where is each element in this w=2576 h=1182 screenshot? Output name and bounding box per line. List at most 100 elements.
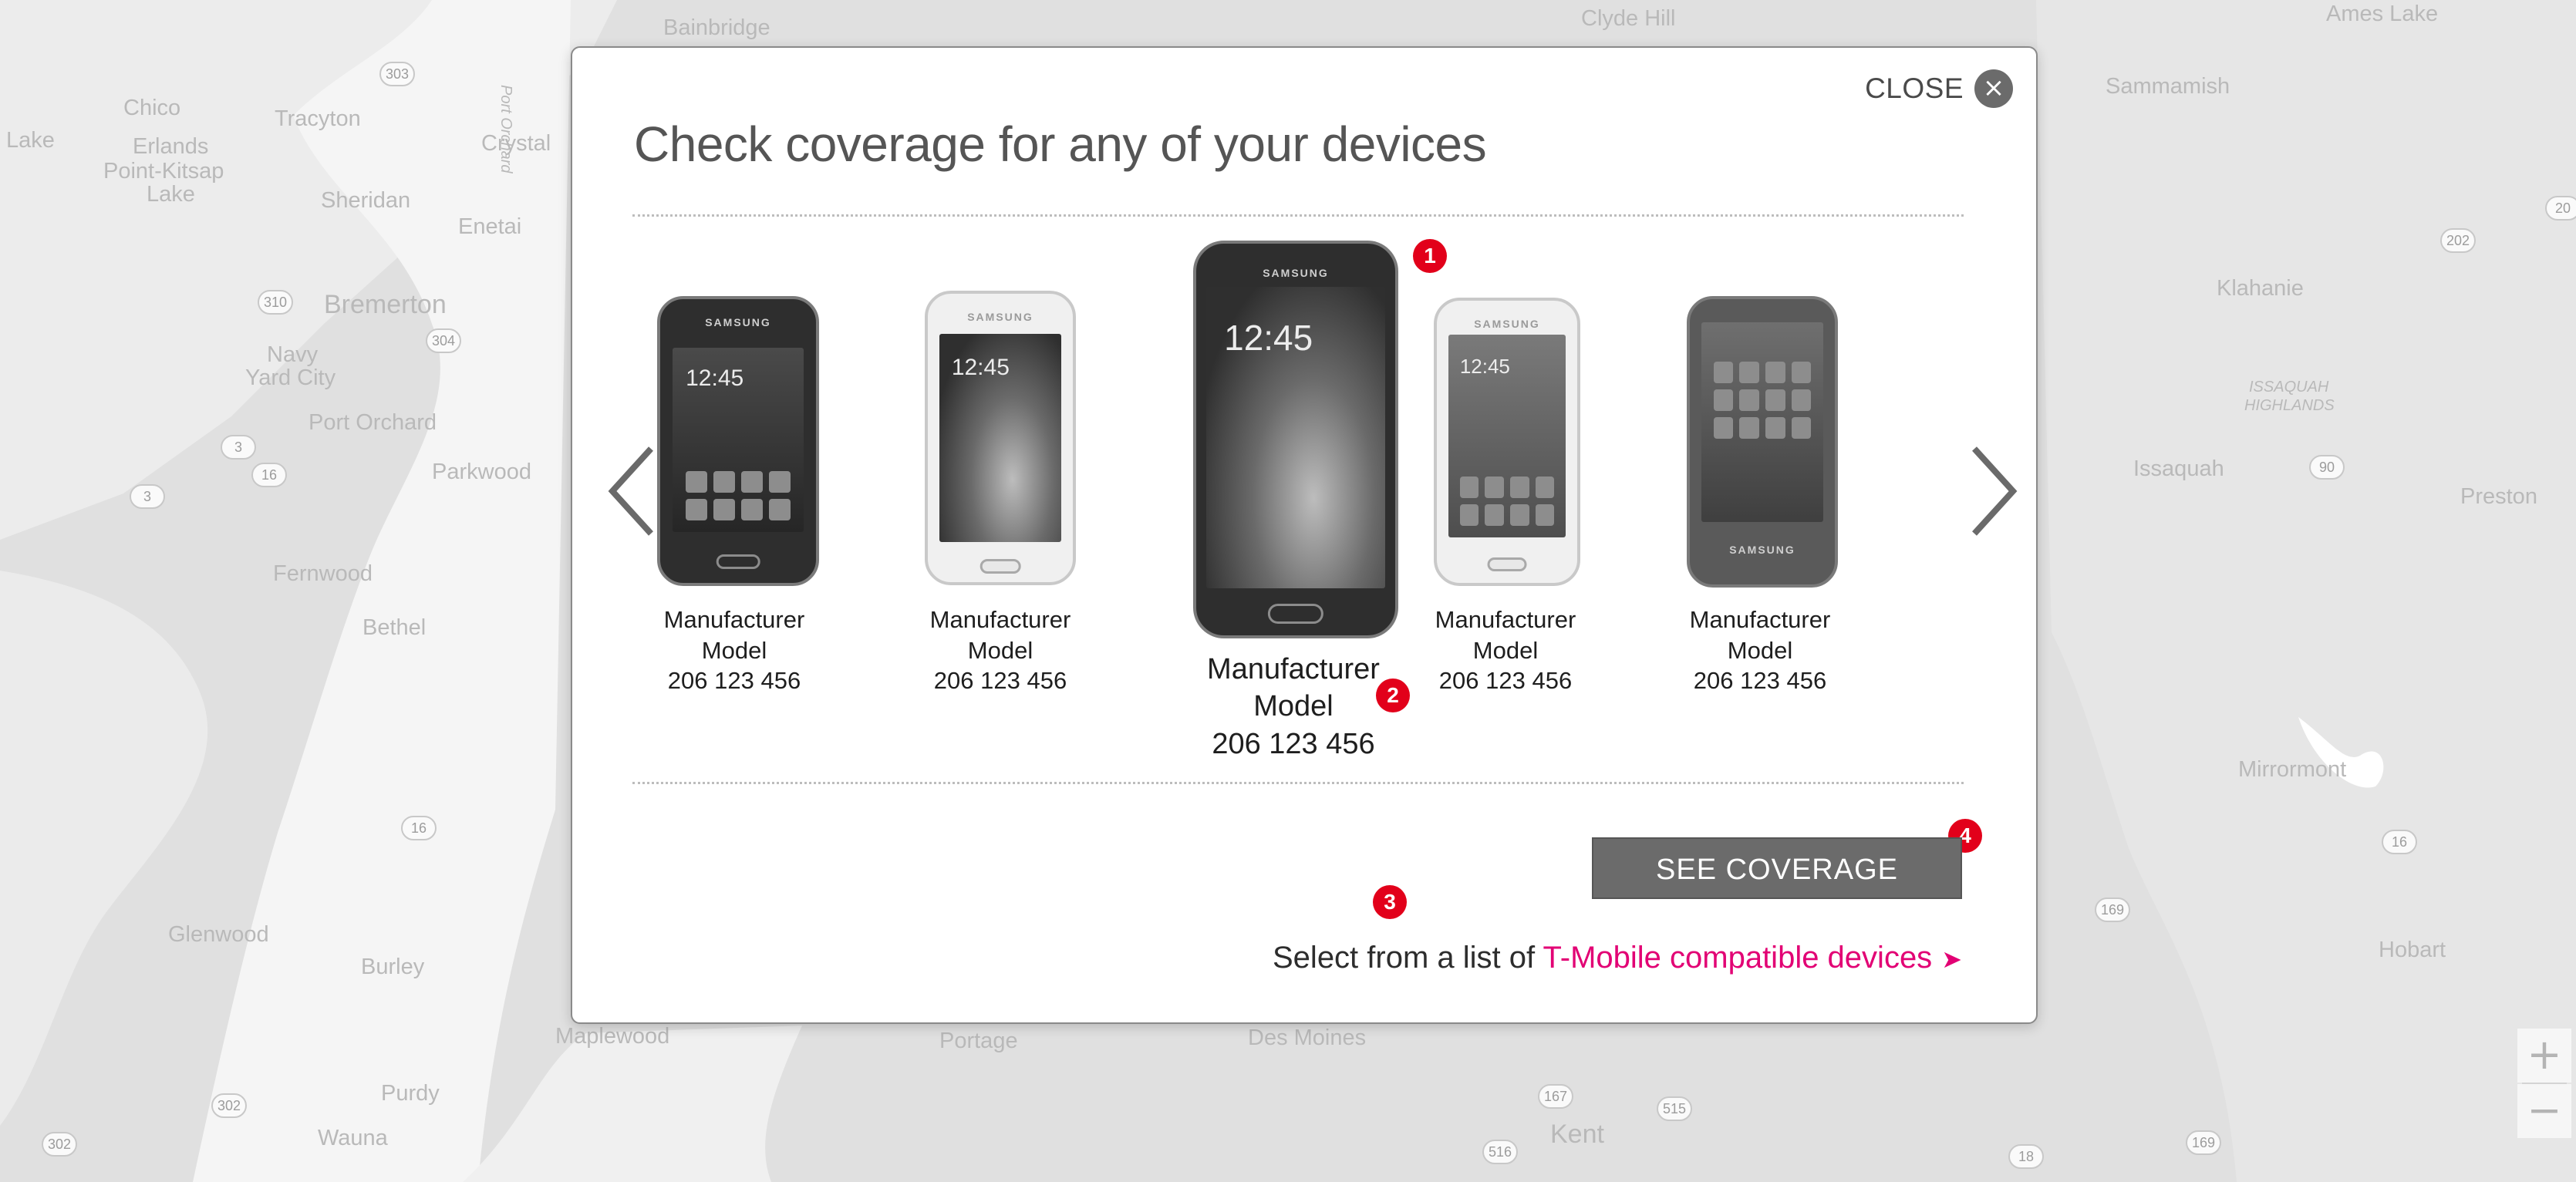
device-manufacturer: Manufacturer xyxy=(929,606,1071,633)
device-brand: SAMSUNG xyxy=(1474,317,1540,330)
map-place-label: Bremerton xyxy=(324,290,447,319)
map-place-label: Preston xyxy=(2460,484,2537,509)
map-route-shield: 515 xyxy=(1657,1096,1692,1121)
device-screen-time: 12:45 xyxy=(686,365,744,392)
device-brand: SAMSUNG xyxy=(705,316,771,329)
map-route-shield: 16 xyxy=(251,463,287,487)
map-route-shield: 18 xyxy=(2008,1144,2044,1169)
device-manufacturer: Manufacturer xyxy=(1435,606,1576,633)
coverage-modal: CLOSE × Check coverage for any of your d… xyxy=(571,46,2038,1024)
close-label: CLOSE xyxy=(1865,72,1964,104)
map-place-label: ISSAQUAH xyxy=(2249,379,2329,396)
compatible-devices-link[interactable]: T-Mobile compatible devices xyxy=(1543,941,1933,975)
app-grid xyxy=(686,471,791,521)
map-place-label: Crystal xyxy=(481,131,551,156)
device-screen: 12:45 xyxy=(939,334,1061,542)
device-info: Manufacturer Model 206 123 456 xyxy=(1421,604,1590,696)
map-place-label: Bainbridge xyxy=(663,15,770,40)
device-number: 206 123 456 xyxy=(1212,727,1375,760)
map-route-shield: 167 xyxy=(1538,1084,1573,1109)
device-screen: 12:45 xyxy=(1448,334,1566,538)
map-place-label: Navy xyxy=(267,342,319,367)
map-route-shield: 303 xyxy=(379,62,415,86)
map-place-label: Port Orchard xyxy=(497,85,514,173)
bottom-divider xyxy=(632,782,1964,784)
device-manufacturer: Manufacturer xyxy=(663,606,805,633)
device-info: Manufacturer Model 206 123 456 xyxy=(649,604,819,696)
map-route-shield: 310 xyxy=(258,290,293,315)
map-place-label: Wauna xyxy=(318,1126,388,1150)
device-screen-time: 12:45 xyxy=(951,355,1010,381)
device-model: Model xyxy=(701,636,767,664)
map-place-label: Ames Lake xyxy=(2326,2,2439,26)
device-image: SAMSUNG 12:45 xyxy=(1434,298,1580,586)
device-card[interactable]: SAMSUNG 12:45 Manufacturer Model 206 123… xyxy=(649,295,819,749)
device-list-prompt: Select from a list of T-Mobile compatibl… xyxy=(1273,941,1962,975)
device-info: Manufacturer Model 206 123 456 xyxy=(915,604,1085,696)
arrow-right-icon[interactable]: ➤ xyxy=(1941,945,1962,974)
map-place-label: Lake xyxy=(6,128,55,153)
map-route-shield: 304 xyxy=(426,328,461,353)
map-place-label: Sheridan xyxy=(321,188,411,213)
device-screen: 12:45 xyxy=(1205,286,1386,589)
map-place-label: Yard City xyxy=(245,365,336,390)
map-route-shield: 16 xyxy=(2382,830,2417,854)
map-place-label: Sammamish xyxy=(2106,74,2230,99)
map-route-shield: 90 xyxy=(2309,455,2345,480)
map-place-label: Clyde Hill xyxy=(1581,6,1676,31)
zoom-out-button[interactable]: − xyxy=(2517,1084,2571,1138)
carousel-next-button[interactable] xyxy=(1961,441,2022,541)
device-model: Model xyxy=(1727,636,1793,664)
device-brand: SAMSUNG xyxy=(967,311,1033,324)
device-image: SAMSUNG 12:45 xyxy=(925,291,1076,585)
device-screen xyxy=(1701,322,1823,522)
annotation-badge-3: 3 xyxy=(1373,885,1407,919)
zoom-in-button[interactable]: + xyxy=(2517,1029,2571,1083)
device-home-button xyxy=(979,559,1021,574)
device-screen-time: 12:45 xyxy=(1224,317,1313,358)
annotation-badge-2: 2 xyxy=(1376,679,1410,712)
device-home-button xyxy=(716,554,760,569)
device-home-button xyxy=(1487,557,1527,572)
device-brand: SAMSUNG xyxy=(1263,267,1329,280)
map-place-label: Glenwood xyxy=(168,922,269,947)
device-model: Model xyxy=(967,636,1033,664)
map-route-shield: 202 xyxy=(2440,228,2476,253)
device-home-button xyxy=(1267,604,1324,624)
device-info: Manufacturer Model 206 123 456 xyxy=(1675,604,1845,696)
map-place-label: Burley xyxy=(361,955,425,979)
annotation-badge-1: 1 xyxy=(1413,239,1447,273)
map-place-label: Port Orchard xyxy=(309,410,437,435)
map-route-shield: 3 xyxy=(221,435,256,460)
map-place-label: Kent xyxy=(1550,1120,1604,1149)
device-number: 206 123 456 xyxy=(933,667,1067,695)
app-grid xyxy=(1713,362,1812,439)
top-divider xyxy=(632,214,1964,217)
map-route-shield: 302 xyxy=(211,1093,247,1118)
device-card-selected[interactable]: SAMSUNG 12:45 Manufacturer Model 206 123… xyxy=(1166,241,1421,811)
close-icon[interactable]: × xyxy=(1974,69,2013,108)
map-place-label: Enetai xyxy=(458,214,522,239)
map-place-label: Tracyton xyxy=(275,106,361,131)
device-list-prefix: Select from a list of xyxy=(1273,941,1543,975)
close-button[interactable]: CLOSE × xyxy=(1865,69,2013,108)
map-route-shield: 516 xyxy=(1482,1140,1518,1164)
device-image: SAMSUNG 12:45 xyxy=(1193,241,1398,638)
device-number: 206 123 456 xyxy=(1438,667,1573,695)
device-screen: 12:45 xyxy=(673,347,804,532)
map-place-label: Chico xyxy=(123,96,181,120)
map-place-label: Point-Kitsap xyxy=(103,159,224,184)
map-place-label: Bethel xyxy=(362,615,427,640)
map-route-shield: 169 xyxy=(2186,1130,2221,1155)
device-card[interactable]: SAMSUNG 12:45 Manufacturer Model 206 123… xyxy=(915,291,1085,749)
map-place-label: Parkwood xyxy=(432,460,531,484)
map-place-label: Fernwood xyxy=(273,561,373,586)
see-coverage-button[interactable]: SEE COVERAGE xyxy=(1592,837,1962,899)
map-route-shield: 302 xyxy=(42,1132,77,1157)
device-model: Model xyxy=(1472,636,1539,664)
map-place-label: Lake xyxy=(147,182,195,207)
device-card[interactable]: SAMSUNG Manufacturer Model 206 123 456 xyxy=(1675,296,1845,751)
device-number: 206 123 456 xyxy=(1693,667,1827,695)
device-screen-time: 12:45 xyxy=(1459,355,1510,379)
device-card[interactable]: SAMSUNG 12:45 Manufacturer Model 206 123… xyxy=(1421,298,1590,753)
